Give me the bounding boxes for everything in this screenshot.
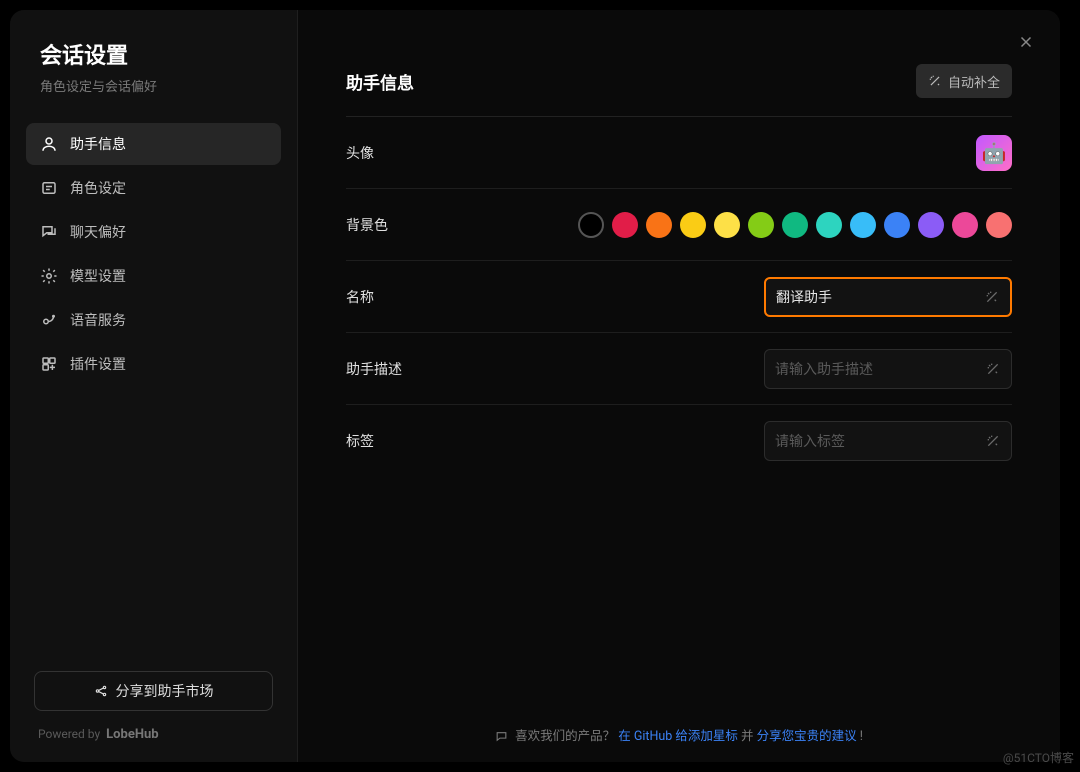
powered-brand: LobeHub	[106, 727, 158, 742]
footer-link-github[interactable]: 在 GitHub 给添加星标	[618, 729, 738, 744]
autocomplete-label: 自动补全	[948, 72, 1000, 91]
close-button[interactable]	[1012, 28, 1040, 56]
section-title: 助手信息	[346, 69, 414, 94]
sidebar-item-role-setting[interactable]: 角色设定	[26, 167, 281, 209]
sidebar-header: 会话设置 角色设定与会话偏好	[10, 38, 297, 113]
row-value-description	[764, 349, 1012, 389]
color-swatch[interactable]	[646, 212, 672, 238]
close-icon	[1017, 33, 1035, 51]
prompt-icon	[40, 179, 58, 197]
row-label-bgcolor: 背景色	[346, 215, 416, 235]
share-icon	[94, 684, 108, 698]
color-swatch[interactable]	[884, 212, 910, 238]
app-window: 会话设置 角色设定与会话偏好 助手信息 角色设定 聊天偏好	[10, 10, 1060, 762]
watermark: @51CTO博客	[1003, 749, 1074, 766]
color-swatch[interactable]	[612, 212, 638, 238]
mic-icon	[40, 311, 58, 329]
row-tags: 标签	[346, 405, 1012, 477]
avatar-emoji: 🤖	[982, 141, 1007, 165]
avatar[interactable]: 🤖	[976, 135, 1012, 171]
sidebar-title: 会话设置	[40, 38, 267, 70]
footer-chat-icon	[495, 730, 508, 743]
description-input-wrap	[764, 349, 1012, 389]
color-swatch[interactable]	[578, 212, 604, 238]
sidebar-subtitle: 角色设定与会话偏好	[40, 76, 267, 95]
color-swatch[interactable]	[850, 212, 876, 238]
sidebar-item-label: 助手信息	[70, 134, 126, 154]
content: 助手信息 自动补全 头像 🤖 背景色 名称	[298, 10, 1060, 477]
autocomplete-button[interactable]: 自动补全	[916, 64, 1012, 98]
chat-icon	[40, 223, 58, 241]
sidebar-footer: 分享到助手市场 Powered by LobeHub	[10, 671, 297, 742]
name-input-wrap	[764, 277, 1012, 317]
color-swatch[interactable]	[986, 212, 1012, 238]
sidebar: 会话设置 角色设定与会话偏好 助手信息 角色设定 聊天偏好	[10, 10, 298, 762]
row-label-name: 名称	[346, 287, 416, 307]
row-description: 助手描述	[346, 333, 1012, 405]
plugin-icon	[40, 355, 58, 373]
color-swatch[interactable]	[714, 212, 740, 238]
row-value-name	[764, 277, 1012, 317]
footer-bar: 喜欢我们的产品？ 在 GitHub 给添加星标 并 分享您宝贵的建议 !	[298, 725, 1060, 744]
sidebar-item-assistant-info[interactable]: 助手信息	[26, 123, 281, 165]
section-header: 助手信息 自动补全	[346, 64, 1012, 98]
color-swatch[interactable]	[748, 212, 774, 238]
sidebar-nav: 助手信息 角色设定 聊天偏好 模型设置	[10, 113, 297, 671]
sidebar-item-voice[interactable]: 语音服务	[26, 299, 281, 341]
color-swatch[interactable]	[680, 212, 706, 238]
wand-icon[interactable]	[985, 361, 1001, 377]
sidebar-item-chat-pref[interactable]: 聊天偏好	[26, 211, 281, 253]
sidebar-item-label: 角色设定	[70, 178, 126, 198]
color-swatches	[578, 212, 1012, 238]
name-input[interactable]	[776, 289, 976, 305]
wand-icon[interactable]	[984, 289, 1000, 305]
sidebar-item-model-setting[interactable]: 模型设置	[26, 255, 281, 297]
sidebar-item-plugin[interactable]: 插件设置	[26, 343, 281, 385]
row-name: 名称	[346, 261, 1012, 333]
row-bgcolor: 背景色	[346, 189, 1012, 261]
footer-suffix: !	[860, 729, 863, 744]
share-button[interactable]: 分享到助手市场	[34, 671, 273, 711]
row-avatar: 头像 🤖	[346, 117, 1012, 189]
powered-by: Powered by LobeHub	[34, 727, 273, 742]
gear-icon	[40, 267, 58, 285]
color-swatch[interactable]	[816, 212, 842, 238]
sidebar-item-label: 语音服务	[70, 310, 126, 330]
row-label-description: 助手描述	[346, 359, 416, 379]
color-swatch[interactable]	[952, 212, 978, 238]
color-swatch[interactable]	[918, 212, 944, 238]
description-input[interactable]	[775, 361, 977, 377]
sidebar-item-label: 聊天偏好	[70, 222, 126, 242]
footer-link-feedback[interactable]: 分享您宝贵的建议	[757, 729, 857, 744]
user-icon	[40, 135, 58, 153]
row-label-tags: 标签	[346, 431, 416, 451]
tags-input[interactable]	[775, 433, 977, 449]
wand-icon[interactable]	[985, 433, 1001, 449]
row-label-avatar: 头像	[346, 143, 416, 163]
powered-prefix: Powered by	[38, 727, 100, 741]
sidebar-item-label: 插件设置	[70, 354, 126, 374]
tags-input-wrap	[764, 421, 1012, 461]
row-value-avatar: 🤖	[976, 135, 1012, 171]
main-pane: 助手信息 自动补全 头像 🤖 背景色 名称	[298, 10, 1060, 762]
row-value-tags	[764, 421, 1012, 461]
wand-icon	[928, 74, 942, 88]
footer-prefix: 喜欢我们的产品？	[515, 729, 615, 744]
share-label: 分享到助手市场	[116, 681, 214, 701]
footer-mid: 并	[741, 729, 757, 744]
sidebar-item-label: 模型设置	[70, 266, 126, 286]
color-swatch[interactable]	[782, 212, 808, 238]
